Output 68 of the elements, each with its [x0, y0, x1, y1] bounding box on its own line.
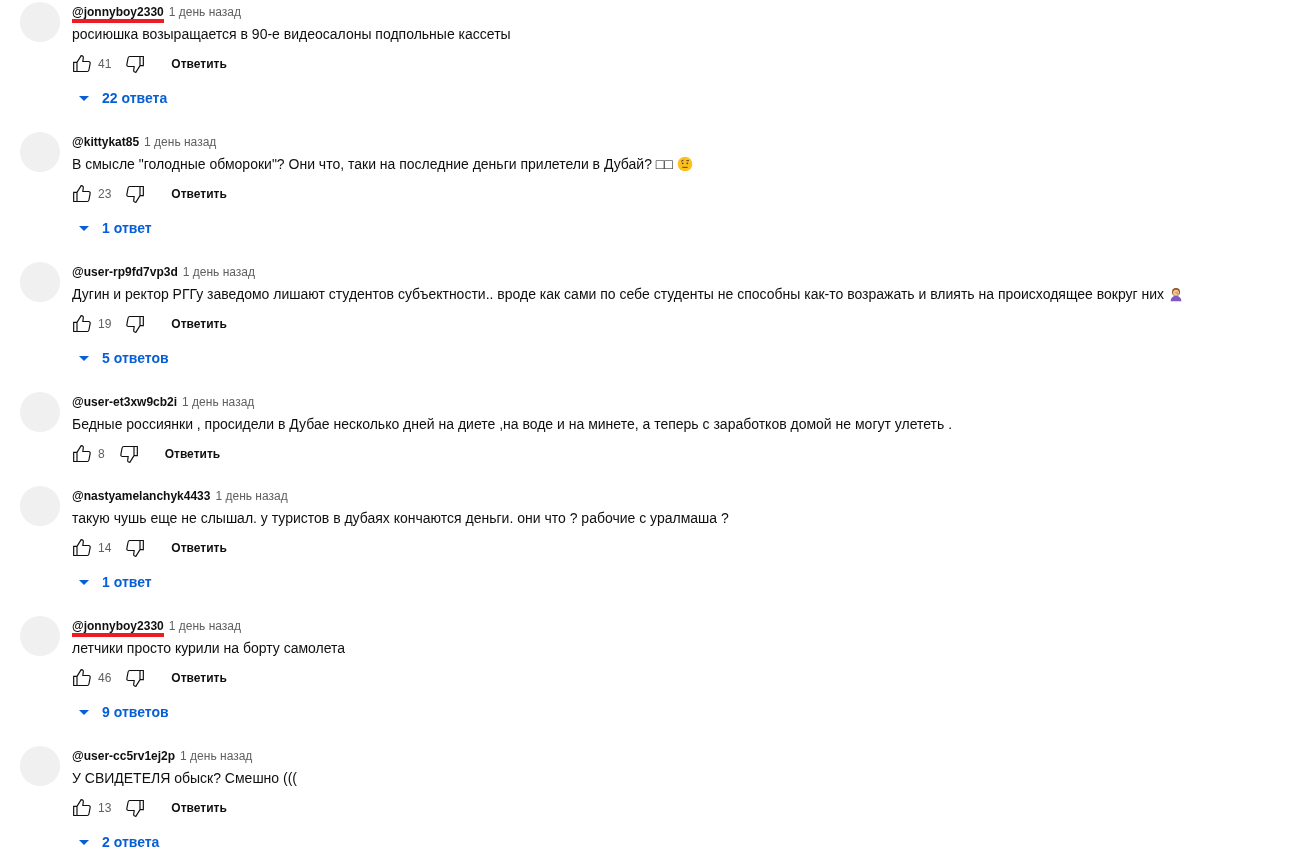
caret-icon: [79, 95, 89, 101]
caret-icon: [79, 355, 89, 361]
author-name[interactable]: @jonnyboy2330: [72, 5, 164, 23]
replies-count[interactable]: 1 ответ: [102, 220, 152, 236]
replies-toggle[interactable]: 1 ответ: [72, 212, 152, 244]
replies-count[interactable]: 2 ответа: [102, 834, 160, 850]
reply-button[interactable]: Ответить: [171, 795, 227, 821]
comment-text: Дугин и ректор РГГу заведомо лишают студентов субъектности.. вроде как сами по себе студенты не способны как-то возражать и влиять на происходящее вокруг них: [72, 285, 1165, 304]
dislike-icon[interactable]: [125, 184, 146, 204]
replies-count[interactable]: 22 ответа: [102, 90, 168, 106]
caret-icon: [79, 225, 89, 231]
dislike-icon[interactable]: [125, 668, 146, 688]
replies-toggle[interactable]: 9 ответов: [72, 696, 169, 728]
dislike-icon[interactable]: [125, 798, 146, 818]
timestamp[interactable]: 1 день назад: [215, 489, 288, 503]
comment-text: Бедные россиянки , просидели в Дубае несколько дней на диете ,на воде и на минете, а теперь с заработков домой не могут улететь .: [72, 415, 953, 434]
replies-toggle[interactable]: 22 ответа: [72, 82, 168, 114]
reply-button[interactable]: Ответить: [171, 51, 227, 77]
like-count: 14: [98, 541, 112, 555]
timestamp[interactable]: 1 день назад: [182, 265, 255, 279]
comment-text: такую чушь еще не слышал. у туристов в дубаях кончаются деньги. они что ? рабочие с уралмаша ?: [72, 509, 729, 528]
replies-count[interactable]: 9 ответов: [102, 704, 169, 720]
like-icon[interactable]: [72, 444, 92, 464]
replies-count[interactable]: 1 ответ: [102, 574, 152, 590]
like-count: 41: [98, 57, 112, 71]
face-emoji-icon: [676, 156, 693, 172]
dislike-icon[interactable]: [125, 54, 146, 74]
replies-toggle[interactable]: 1 ответ: [72, 566, 152, 598]
reply-button[interactable]: Ответить: [164, 441, 221, 467]
like-icon[interactable]: [72, 54, 92, 74]
like-icon[interactable]: [72, 314, 92, 334]
reply-button[interactable]: Ответить: [171, 311, 227, 337]
reply-button[interactable]: Ответить: [171, 181, 227, 207]
caret-icon: [79, 709, 89, 715]
replies-count[interactable]: 5 ответов: [102, 350, 169, 366]
like-icon[interactable]: [72, 798, 92, 818]
dislike-icon[interactable]: [118, 444, 139, 464]
dislike-icon[interactable]: [125, 314, 146, 334]
like-count: 8: [98, 447, 105, 461]
timestamp[interactable]: 1 день назад: [180, 749, 253, 763]
comment-text: В смысле "голодные обмороки"? Они что, таки на последние деньги прилетели в Дубай? □□: [72, 155, 673, 174]
author-name[interactable]: @nastyamelanchyk4433: [72, 489, 211, 507]
like-icon[interactable]: [72, 184, 92, 204]
reply-button[interactable]: Ответить: [171, 665, 227, 691]
like-count: 13: [98, 801, 112, 815]
replies-toggle[interactable]: 2 ответа: [72, 826, 160, 858]
timestamp[interactable]: 1 день назад: [144, 135, 217, 149]
timestamp[interactable]: 1 день назад: [168, 619, 241, 633]
author-name[interactable]: @user-rp9fd7vp3d: [72, 265, 178, 283]
author-name[interactable]: @user-cc5rv1ej2p: [72, 749, 176, 767]
timestamp[interactable]: 1 день назад: [182, 395, 255, 409]
replies-toggle[interactable]: 5 ответов: [72, 342, 169, 374]
like-icon[interactable]: [72, 538, 92, 558]
author-name[interactable]: @user-et3xw9cb2i: [72, 395, 178, 413]
comment-text: У СВИДЕТЕЛЯ обыск? Смешно (((: [72, 769, 297, 788]
dislike-icon[interactable]: [125, 538, 146, 558]
comment-text: росиюшка возыращается в 90-е видеосалоны подпольные кассеты: [72, 25, 511, 44]
caret-icon: [79, 579, 89, 585]
like-count: 23: [98, 187, 112, 201]
comment-text: летчики просто курили на борту самолета: [72, 639, 346, 658]
author-name[interactable]: @jonnyboy2330: [72, 619, 164, 637]
like-count: 46: [98, 671, 112, 685]
reply-button[interactable]: Ответить: [171, 535, 227, 561]
like-icon[interactable]: [72, 668, 92, 688]
like-count: 19: [98, 317, 112, 331]
timestamp[interactable]: 1 день назад: [168, 5, 241, 19]
caret-icon: [79, 839, 89, 845]
author-name[interactable]: @kittykat85: [72, 135, 140, 153]
